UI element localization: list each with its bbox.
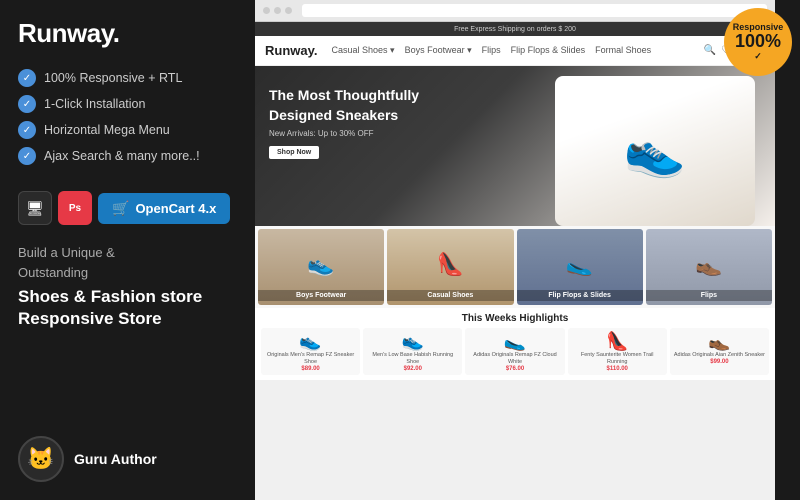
category-shoe-icon: 👟 (307, 251, 334, 277)
category-boys-footwear[interactable]: 👟 Boys Footwear (258, 229, 384, 305)
features-list: ✓ 100% Responsive + RTL ✓ 1-Click Instal… (18, 69, 237, 173)
search-icon[interactable]: 🔍 (704, 45, 716, 56)
category-strip: 👟 Boys Footwear 👠 Casual Shoes 🥿 Flip Fl… (255, 226, 775, 308)
photoshop-icon: Ps (58, 191, 92, 225)
feature-label: 1-Click Installation (44, 97, 145, 111)
highlight-item-2[interactable]: 👟 Men's Low Base Habish Running Shoe $92… (363, 328, 462, 375)
category-shoe-icon: 👠 (437, 251, 464, 277)
store-nav: Casual Shoes ▾ Boys Footwear ▾ Flips Fli… (332, 45, 690, 56)
browser-url-bar (302, 4, 767, 17)
category-label: Flips (646, 290, 772, 301)
browser-dot-1 (263, 7, 270, 14)
nav-item-boys[interactable]: Boys Footwear ▾ (405, 45, 472, 56)
feature-item: ✓ 1-Click Installation (18, 95, 237, 113)
badge-line3: ✓ (754, 52, 762, 61)
feature-item: ✓ Horizontal Mega Menu (18, 121, 237, 139)
store-title: Shoes & Fashion storeResponsive Store (18, 286, 237, 330)
highlights-grid: 👟 Originals Men's Remap FZ Sneaker Shoe … (261, 328, 769, 375)
store-logo: Runway. (265, 43, 318, 58)
promo-bar: Free Express Shipping on orders $ 200 (454, 26, 576, 33)
highlight-price: $99.00 (673, 359, 766, 365)
monitor-icon: 🖥 (18, 191, 52, 225)
hero-shoe-image: 👟 (555, 76, 755, 226)
check-icon: ✓ (18, 95, 36, 113)
opencart-label: OpenCart 4.x (135, 201, 216, 216)
check-icon: ✓ (18, 69, 36, 87)
feature-label: 100% Responsive + RTL (44, 71, 182, 85)
opencart-button[interactable]: 🛒 OpenCart 4.x (98, 193, 230, 224)
check-icon: ✓ (18, 147, 36, 165)
category-casual-shoes[interactable]: 👠 Casual Shoes (387, 229, 513, 305)
hero-section: 👟 The Most Thoughtfully Designed Sneaker… (255, 66, 775, 226)
hero-cta-button[interactable]: Shop Now (269, 146, 319, 159)
badge-line2: 100% (735, 32, 781, 52)
author-name: Guru Author (74, 451, 157, 467)
author-area: 🐱 Guru Author (18, 436, 237, 500)
preview-panel: Free Express Shipping on orders $ 200 Ru… (255, 0, 775, 500)
highlight-shoe-icon: 🥿 (468, 331, 561, 352)
hero-text: The Most Thoughtfully Designed Sneakers … (269, 86, 429, 159)
highlight-name: Fenty Saunterite Women Trail Running (571, 352, 664, 366)
highlight-shoe-icon: 👟 (366, 331, 459, 352)
category-flips[interactable]: 👞 Flips (646, 229, 772, 305)
nav-item-casual[interactable]: Casual Shoes ▾ (332, 45, 395, 56)
highlight-item-1[interactable]: 👟 Originals Men's Remap FZ Sneaker Shoe … (261, 328, 360, 375)
highlight-price: $89.00 (264, 366, 357, 372)
nav-item-formal[interactable]: Formal Shoes (595, 45, 651, 56)
feature-label: Ajax Search & many more..! (44, 149, 200, 163)
hero-subtitle: New Arrivals: Up to 30% OFF (269, 129, 429, 138)
browser-dot-2 (274, 7, 281, 14)
highlights-title: This Weeks Highlights (261, 313, 769, 324)
left-panel: Runway. ✓ 100% Responsive + RTL ✓ 1-Clic… (0, 0, 255, 500)
highlight-item-3[interactable]: 🥿 Adidas Originals Remap FZ Cloud White … (465, 328, 564, 375)
category-label: Flip Flops & Slides (517, 290, 643, 301)
highlight-price: $92.00 (366, 366, 459, 372)
tagline: Build a Unique &Outstanding (18, 243, 237, 282)
nav-item-flipflops[interactable]: Flip Flops & Slides (511, 45, 586, 56)
check-icon: ✓ (18, 121, 36, 139)
category-shoe-icon: 🥿 (566, 251, 593, 277)
responsive-badge: Responsive 100% ✓ (724, 8, 792, 76)
highlight-price: $110.00 (571, 366, 664, 372)
feature-label: Horizontal Mega Menu (44, 123, 170, 137)
highlight-shoe-icon: 👠 (571, 331, 664, 352)
browser-bar (255, 0, 775, 22)
author-avatar: 🐱 (18, 436, 64, 482)
highlight-shoe-icon: 👟 (264, 331, 357, 352)
category-label: Casual Shoes (387, 290, 513, 301)
highlight-name: Men's Low Base Habish Running Shoe (366, 352, 459, 366)
nav-item-flips[interactable]: Flips (482, 45, 501, 56)
store-header: Runway. Casual Shoes ▾ Boys Footwear ▾ F… (255, 36, 775, 66)
hero-title: The Most Thoughtfully Designed Sneakers (269, 86, 429, 125)
browser-dot-3 (285, 7, 292, 14)
cart-icon: 🛒 (112, 200, 129, 217)
category-label: Boys Footwear (258, 290, 384, 301)
category-flip-flops[interactable]: 🥿 Flip Flops & Slides (517, 229, 643, 305)
highlight-item-5[interactable]: 👞 Adidas Originals Aian Zenith Sneaker $… (670, 328, 769, 375)
highlight-item-4[interactable]: 👠 Fenty Saunterite Women Trail Running $… (568, 328, 667, 375)
highlight-name: Adidas Originals Remap FZ Cloud White (468, 352, 561, 366)
category-shoe-icon: 👞 (695, 251, 722, 277)
opencart-btn-area: 🖥 Ps 🛒 OpenCart 4.x (18, 191, 237, 225)
highlights-section: This Weeks Highlights 👟 Originals Men's … (255, 308, 775, 380)
brand-logo: Runway. (18, 18, 237, 49)
highlight-price: $76.00 (468, 366, 561, 372)
feature-item: ✓ 100% Responsive + RTL (18, 69, 237, 87)
highlight-name: Adidas Originals Aian Zenith Sneaker (673, 352, 766, 359)
feature-item: ✓ Ajax Search & many more..! (18, 147, 237, 165)
highlight-name: Originals Men's Remap FZ Sneaker Shoe (264, 352, 357, 366)
highlight-shoe-icon: 👞 (673, 331, 766, 352)
